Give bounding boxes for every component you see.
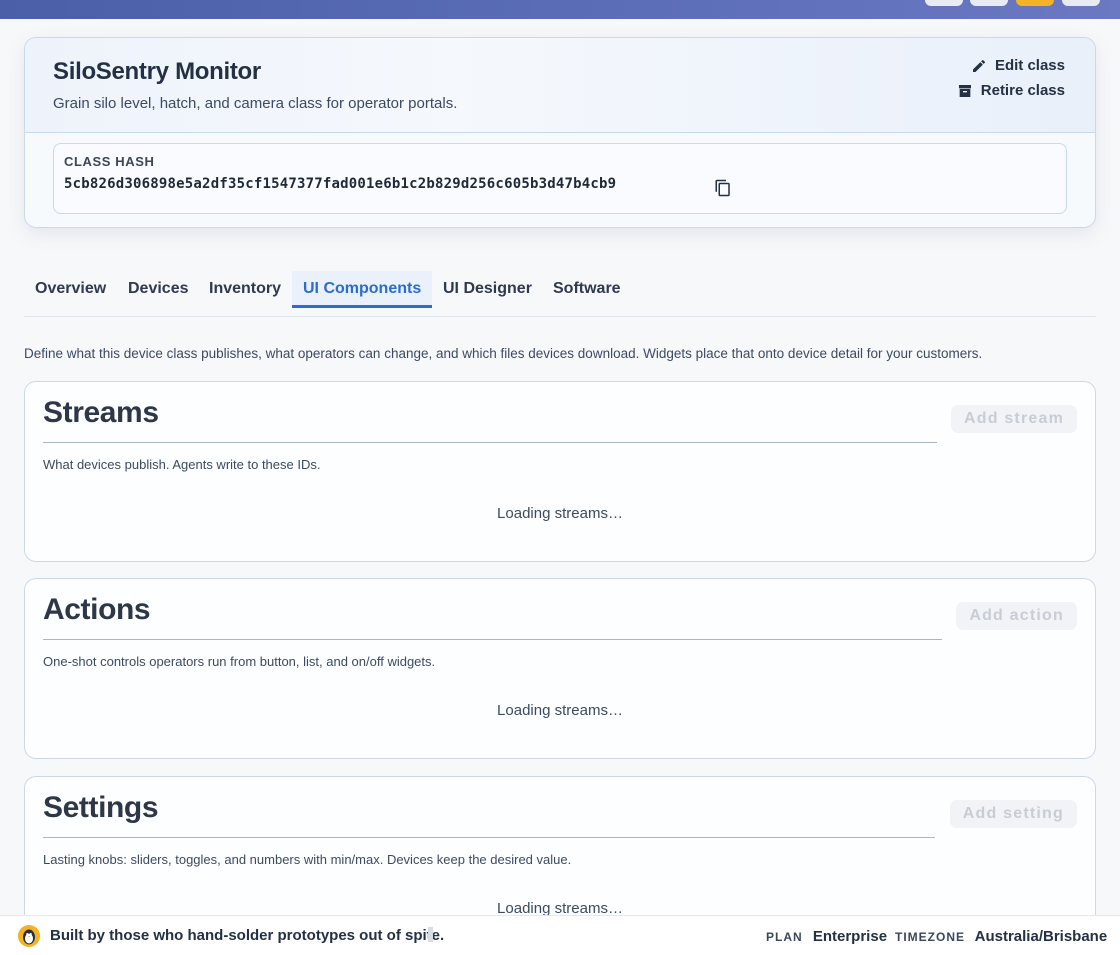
archive-icon xyxy=(958,84,971,97)
class-hash-label: CLASS HASH xyxy=(64,154,155,169)
tab-overview[interactable]: Overview xyxy=(24,271,117,308)
section-description: What devices publish. Agents write to th… xyxy=(43,457,321,472)
tab-ui-designer[interactable]: UI Designer xyxy=(432,271,543,308)
retire-class-button[interactable]: Retire class xyxy=(957,82,1065,99)
footer-tagline: Built by those who hand-solder prototype… xyxy=(50,927,445,944)
loading-indicator: Loading streams… xyxy=(497,505,623,522)
text-cursor xyxy=(428,927,433,942)
class-hash-box: CLASS HASH 5cb826d306898e5a2df35cf154737… xyxy=(53,143,1067,214)
timezone-info: TIMEZONE Australia/Brisbane xyxy=(895,928,1107,945)
section-divider xyxy=(43,442,937,443)
actions-section: Actions Add action One-shot controls ope… xyxy=(24,578,1096,759)
copy-icon[interactable] xyxy=(714,179,732,197)
page-title: SiloSentry Monitor xyxy=(53,58,261,85)
section-divider xyxy=(43,639,942,640)
retire-class-label: Retire class xyxy=(980,82,1065,99)
section-divider xyxy=(43,837,935,838)
add-stream-button[interactable]: Add stream xyxy=(950,405,1077,433)
class-header: SiloSentry Monitor Grain silo level, hat… xyxy=(25,38,1095,133)
footer: Built by those who hand-solder prototype… xyxy=(0,915,1120,955)
pencil-icon xyxy=(972,59,985,72)
section-description: One-shot controls operators run from but… xyxy=(43,654,436,669)
timezone-label: TIMEZONE xyxy=(895,930,965,944)
loading-indicator: Loading streams… xyxy=(497,702,623,719)
class-hash-value[interactable]: 5cb826d306898e5a2df35cf1547377fad001e6b1… xyxy=(64,176,616,192)
intro-text: Define what this device class publishes,… xyxy=(24,346,983,361)
navbar-button[interactable] xyxy=(1062,0,1100,6)
section-title: Settings xyxy=(43,791,159,824)
section-title: Streams xyxy=(43,396,159,429)
plan-info: PLAN Enterprise xyxy=(766,928,887,945)
tab-ui-components[interactable]: UI Components xyxy=(292,271,433,308)
edit-class-button[interactable]: Edit class xyxy=(971,57,1065,74)
main-content: SiloSentry Monitor Grain silo level, hat… xyxy=(0,19,1120,955)
add-setting-button[interactable]: Add setting xyxy=(949,800,1077,828)
top-navbar xyxy=(0,0,1120,19)
navbar-accent-button[interactable] xyxy=(1016,0,1054,6)
streams-section: Streams Add stream What devices publish.… xyxy=(24,381,1096,562)
navbar-button[interactable] xyxy=(925,0,963,6)
plan-label: PLAN xyxy=(766,930,803,944)
timezone-value: Australia/Brisbane xyxy=(974,928,1108,945)
section-description: Lasting knobs: sliders, toggles, and num… xyxy=(43,852,572,867)
penguin-logo-icon xyxy=(18,925,40,947)
add-action-button[interactable]: Add action xyxy=(956,602,1077,630)
plan-value: Enterprise xyxy=(812,928,888,945)
section-title: Actions xyxy=(43,593,151,626)
edit-class-label: Edit class xyxy=(994,57,1065,74)
class-header-card: SiloSentry Monitor Grain silo level, hat… xyxy=(24,37,1096,228)
class-tabs: Overview Devices Inventory UI Components… xyxy=(24,271,1096,317)
tab-inventory[interactable]: Inventory xyxy=(198,271,292,308)
tab-devices[interactable]: Devices xyxy=(117,271,200,308)
tab-software[interactable]: Software xyxy=(542,271,632,308)
navbar-button[interactable] xyxy=(970,0,1008,6)
class-subtitle: Grain silo level, hatch, and camera clas… xyxy=(53,95,458,112)
